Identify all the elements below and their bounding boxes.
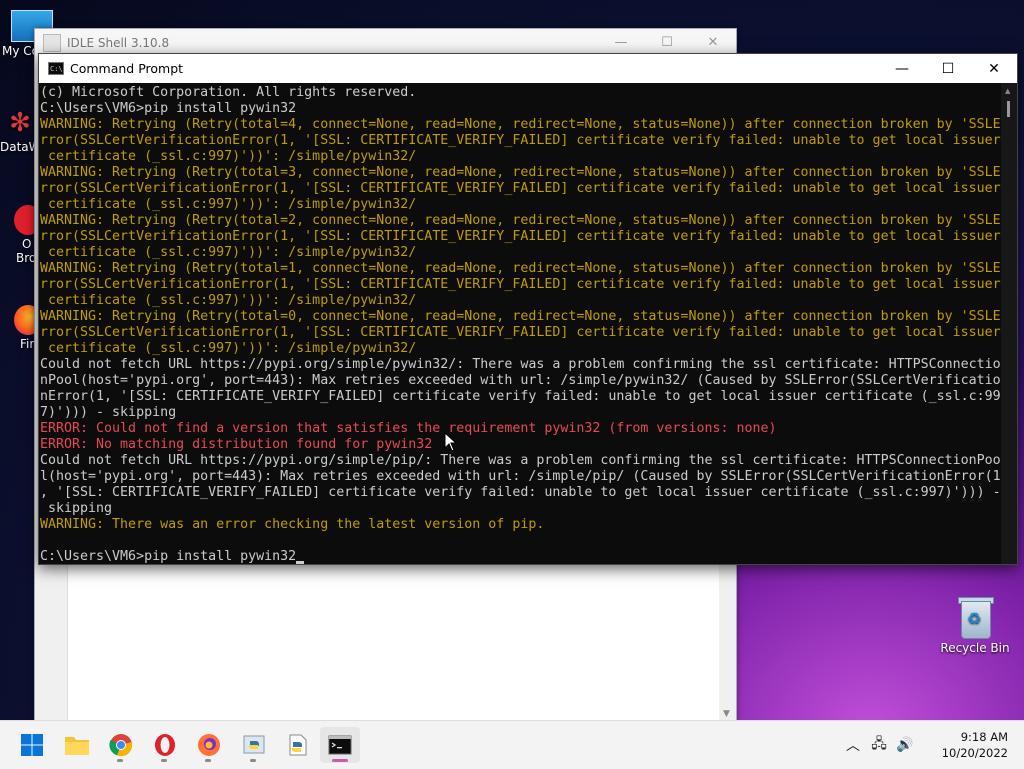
scrollbar-thumb[interactable] bbox=[1007, 101, 1010, 117]
terminal-line: WARNING: Retrying (Retry(total=3, connec… bbox=[40, 165, 1001, 180]
minimize-button[interactable]: — bbox=[879, 54, 925, 83]
terminal-line: certificate (_ssl.c:997)'))': /simple/py… bbox=[40, 149, 417, 164]
desktop-icon-recycle-bin[interactable]: ♻ Recycle Bin bbox=[940, 595, 1010, 655]
terminal-line: Could not fetch URL https://pypi.org/sim… bbox=[40, 453, 1001, 468]
folder-icon bbox=[65, 737, 89, 755]
python-file-icon bbox=[289, 734, 307, 756]
terminal-line: C:\Users\VM6>pip install pywin32 bbox=[40, 101, 297, 116]
text-cursor bbox=[296, 561, 305, 564]
terminal-line: rror(SSLCertVerificationError(1, '[SSL: … bbox=[40, 181, 1001, 196]
maximize-button[interactable]: ☐ bbox=[644, 35, 690, 50]
scroll-up-icon[interactable]: ▲ bbox=[1005, 87, 1010, 95]
terminal-line: certificate (_ssl.c:997)'))': /simple/py… bbox=[40, 245, 417, 260]
mouse-pointer-icon bbox=[444, 431, 458, 452]
clock[interactable]: 9:18 AM 10/20/2022 bbox=[918, 729, 1024, 761]
clock-date: 10/20/2022 bbox=[941, 746, 1008, 760]
terminal-line: WARNING: Retrying (Retry(total=1, connec… bbox=[40, 261, 1001, 276]
terminal-line: WARNING: Retrying (Retry(total=0, connec… bbox=[40, 309, 1001, 324]
terminal-line: ERROR: Could not find a version that sat… bbox=[40, 421, 777, 436]
terminal-line: 7)'))) - skipping bbox=[40, 405, 177, 420]
taskbar-command-prompt[interactable] bbox=[320, 727, 360, 763]
taskbar-file-explorer[interactable] bbox=[57, 727, 97, 763]
chevron-up-icon[interactable]: ︿ bbox=[840, 735, 866, 755]
terminal-line: nPool(host='pypi.org', port=443): Max re… bbox=[40, 373, 1001, 388]
cmd-window-title: Command Prompt bbox=[70, 61, 184, 76]
terminal-line: nError(1, '[SSL: CERTIFICATE_VERIFY_FAIL… bbox=[40, 389, 1001, 404]
start-button[interactable] bbox=[12, 727, 52, 763]
chrome-icon bbox=[109, 734, 132, 757]
taskbar: ︿ 🖧 🔊 9:18 AM 10/20/2022 bbox=[0, 720, 1024, 769]
terminal-line: C:\Users\VM6>pip install pywin32 bbox=[40, 549, 305, 564]
windows-logo-icon bbox=[21, 734, 43, 756]
terminal-line: l(host='pypi.org', port=443): Max retrie… bbox=[40, 469, 1001, 484]
python-icon bbox=[243, 735, 265, 754]
recycle-bin-icon: ♻ bbox=[958, 595, 994, 639]
terminal-line: WARNING: Retrying (Retry(total=2, connec… bbox=[40, 213, 1001, 228]
terminal-line: (c) Microsoft Corporation. All rights re… bbox=[40, 85, 417, 100]
cmd-app-icon: C:\ bbox=[48, 62, 64, 75]
terminal-line: ERROR: No matching distribution found fo… bbox=[40, 437, 433, 452]
terminal-line: certificate (_ssl.c:997)'))': /simple/py… bbox=[40, 293, 417, 308]
terminal-line: rror(SSLCertVerificationError(1, '[SSL: … bbox=[40, 277, 1001, 292]
maximize-button[interactable]: ☐ bbox=[925, 54, 971, 83]
terminal-line: WARNING: There was an error checking the… bbox=[40, 517, 545, 532]
scroll-down-icon[interactable]: ▼ bbox=[723, 709, 730, 719]
idle-window-title: IDLE Shell 3.10.8 bbox=[67, 35, 170, 50]
desktop-icon-label: Recycle Bin bbox=[940, 641, 1010, 655]
firefox-icon bbox=[198, 734, 220, 756]
taskbar-python-idle[interactable] bbox=[234, 727, 274, 763]
terminal-line: Could not fetch URL https://pypi.org/sim… bbox=[40, 357, 1001, 372]
idle-line-gutter bbox=[35, 563, 68, 721]
clock-time: 9:18 AM bbox=[960, 730, 1008, 744]
cmd-titlebar[interactable]: C:\ Command Prompt — ☐ ✕ bbox=[39, 54, 1017, 83]
close-button[interactable]: ✕ bbox=[971, 54, 1017, 83]
taskbar-opera[interactable] bbox=[145, 727, 185, 763]
cmd-icon bbox=[328, 735, 352, 755]
taskbar-firefox[interactable] bbox=[189, 727, 229, 763]
app-icon: ✻ bbox=[9, 108, 31, 138]
minimize-button[interactable]: — bbox=[598, 35, 644, 50]
idle-app-icon bbox=[43, 33, 61, 52]
cmd-window[interactable]: C:\ Command Prompt — ☐ ✕ (c) Microsoft C… bbox=[38, 53, 1018, 565]
volume-icon[interactable]: 🔊 bbox=[892, 737, 918, 753]
terminal-line: , '[SSL: CERTIFICATE_VERIFY_FAILED] cert… bbox=[40, 485, 1001, 500]
opera-icon bbox=[155, 734, 175, 756]
taskbar-python-file[interactable] bbox=[278, 727, 318, 763]
taskbar-chrome[interactable] bbox=[101, 727, 141, 763]
terminal-line: WARNING: Retrying (Retry(total=4, connec… bbox=[40, 117, 1001, 132]
idle-scrollbar[interactable]: ▼ bbox=[719, 563, 736, 721]
idle-text-area[interactable] bbox=[35, 563, 719, 721]
network-icon[interactable]: 🖧 bbox=[866, 733, 892, 757]
terminal-line: rror(SSLCertVerificationError(1, '[SSL: … bbox=[40, 229, 1001, 244]
terminal-line: rror(SSLCertVerificationError(1, '[SSL: … bbox=[40, 325, 1001, 340]
cmd-scrollbar[interactable]: ▲ bbox=[1001, 83, 1017, 564]
terminal-line: certificate (_ssl.c:997)'))': /simple/py… bbox=[40, 197, 417, 212]
system-tray: ︿ 🖧 🔊 9:18 AM 10/20/2022 bbox=[840, 721, 1024, 769]
close-button[interactable]: ✕ bbox=[690, 35, 736, 50]
terminal-line: certificate (_ssl.c:997)'))': /simple/py… bbox=[40, 341, 417, 356]
idle-titlebar[interactable]: IDLE Shell 3.10.8 — ☐ ✕ bbox=[35, 29, 736, 56]
terminal-output[interactable]: (c) Microsoft Corporation. All rights re… bbox=[39, 83, 1001, 564]
terminal-line: skipping bbox=[40, 501, 113, 516]
terminal-line: rror(SSLCertVerificationError(1, '[SSL: … bbox=[40, 133, 1001, 148]
